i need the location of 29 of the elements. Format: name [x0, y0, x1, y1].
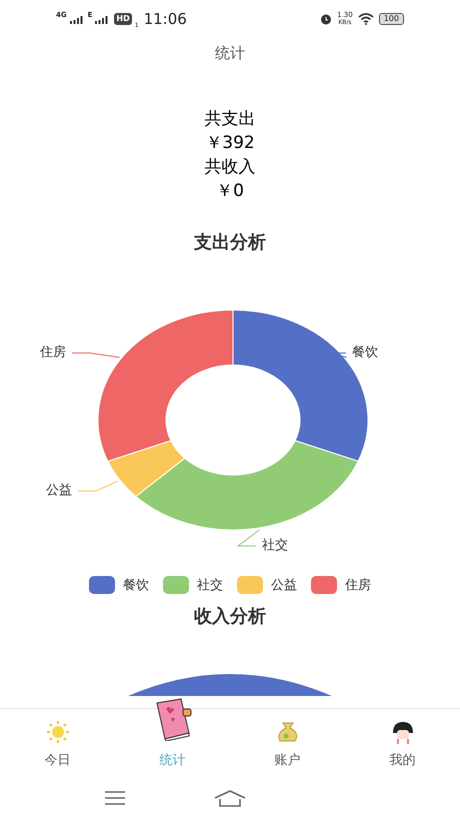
tab-item[interactable]: 账户 [274, 750, 300, 770]
tab-item[interactable]: 我的 [390, 750, 416, 770]
slice-label: 住房 [39, 344, 66, 360]
amount-text: ￥392 [205, 132, 255, 154]
clock-time: 11:06 [144, 8, 187, 30]
legend-label: 社交 [197, 576, 223, 594]
section-title: 支出分析 [194, 230, 266, 254]
legend-label: 公益 [271, 576, 297, 594]
slice-label: 社交 [262, 538, 289, 554]
legend-label: 住房 [345, 576, 371, 594]
summary-label: 共支出 [204, 108, 256, 130]
sun-icon [44, 721, 70, 743]
slice-label: 餐饮 [352, 344, 379, 360]
slice-label: 公益 [45, 482, 72, 498]
signal-icon [95, 14, 108, 24]
alarm-icon [320, 13, 332, 25]
page-title: 统计 [215, 43, 245, 64]
battery-indicator: 100 [378, 13, 404, 25]
section-title: 收入分析 [194, 605, 266, 629]
legend-label: 餐饮 [123, 576, 149, 594]
home-icon[interactable] [214, 789, 246, 807]
menu-icon[interactable] [104, 790, 126, 806]
amount-text: ￥0 [216, 180, 244, 202]
avatar-icon [390, 721, 414, 745]
wifi-icon [358, 13, 374, 25]
summary-label: 共收入 [204, 156, 256, 178]
signal-icon [70, 14, 83, 24]
hd-badge: HD [114, 13, 132, 25]
tab-item[interactable]: 今日 [44, 750, 70, 770]
